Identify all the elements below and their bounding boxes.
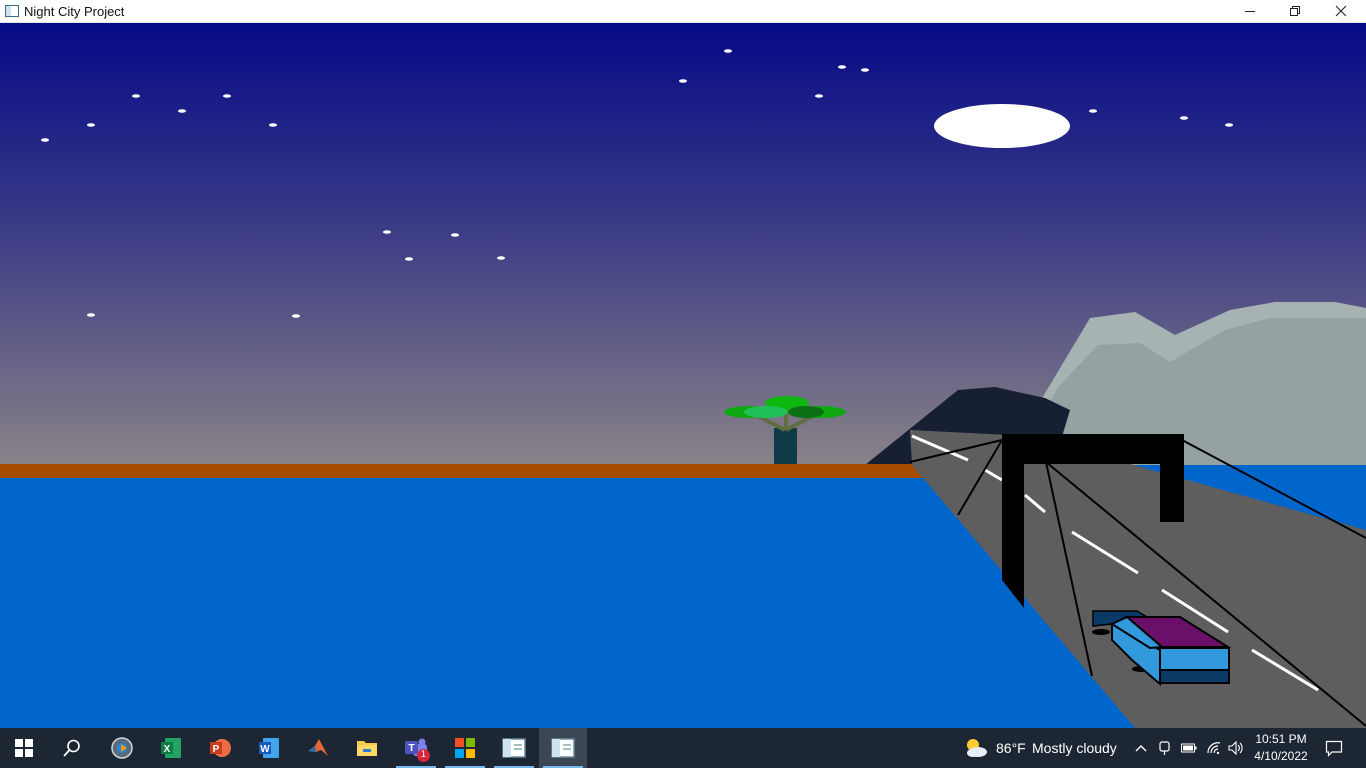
star — [87, 313, 95, 317]
minimize-button[interactable] — [1227, 0, 1273, 22]
meet-now-icon — [1159, 741, 1170, 755]
teams-letter: T — [408, 743, 414, 754]
powerpoint-icon: P — [210, 739, 231, 757]
meet-now-button[interactable] — [1156, 738, 1174, 758]
moon — [934, 104, 1070, 148]
store-icon — [455, 738, 475, 758]
show-hidden-icons-button[interactable] — [1132, 738, 1150, 758]
star — [87, 123, 95, 127]
star — [1180, 116, 1188, 120]
search-button[interactable] — [48, 728, 96, 768]
media-player-icon — [111, 737, 133, 759]
clock-time[interactable]: 10:51 PM — [1246, 732, 1316, 746]
star — [451, 233, 459, 237]
window-title: Night City Project — [24, 4, 125, 19]
star — [223, 94, 231, 98]
car-wheel — [1092, 629, 1110, 635]
star — [292, 314, 300, 318]
matlab-icon — [308, 739, 328, 756]
app-word[interactable]: W — [245, 728, 293, 768]
close-icon — [1335, 5, 1347, 17]
app-store[interactable] — [441, 728, 489, 768]
window-title-bar[interactable]: Night City Project — [0, 0, 1366, 23]
notification-icon — [1325, 740, 1343, 757]
star — [383, 230, 391, 234]
partly-cloudy-icon — [967, 739, 987, 757]
start-button[interactable] — [0, 728, 48, 768]
volume-icon — [1228, 741, 1243, 755]
network-indicator[interactable] — [1205, 738, 1223, 758]
app-file-explorer[interactable] — [343, 728, 391, 768]
app-matlab[interactable] — [294, 728, 342, 768]
weather-condition: Mostly cloudy — [1032, 740, 1117, 756]
shore-strip — [0, 464, 925, 478]
star — [679, 79, 687, 83]
app-window-icon — [551, 738, 575, 758]
restore-icon — [1290, 6, 1300, 16]
app-window-icon — [502, 738, 526, 758]
wifi-icon — [1207, 742, 1221, 755]
chevron-up-icon — [1135, 745, 1147, 752]
volume-control[interactable] — [1228, 738, 1246, 758]
weather-widget[interactable] — [962, 736, 990, 760]
weather-temperature: 86°F — [996, 740, 1026, 756]
maximize-button[interactable] — [1272, 0, 1318, 22]
powerpoint-letter: P — [213, 744, 220, 755]
teams-badge: 1 — [417, 749, 430, 762]
app-window-icon — [5, 5, 19, 17]
app-teams[interactable]: T 1 — [392, 728, 440, 768]
star — [815, 94, 823, 98]
night-city-scene — [0, 23, 1366, 728]
star — [132, 94, 140, 98]
star — [405, 257, 413, 261]
star — [41, 138, 49, 142]
star — [861, 68, 869, 72]
notification-center-button[interactable] — [1324, 738, 1344, 758]
tree-trunk — [774, 428, 797, 464]
app-excel[interactable]: X — [147, 728, 195, 768]
excel-icon: X — [161, 738, 181, 758]
star — [1225, 123, 1233, 127]
battery-indicator[interactable] — [1180, 738, 1198, 758]
app-powerpoint[interactable]: P — [196, 728, 244, 768]
car-front — [1159, 647, 1230, 671]
star — [178, 109, 186, 113]
windows-logo-icon — [15, 739, 33, 757]
app-media[interactable] — [98, 728, 146, 768]
star — [269, 123, 277, 127]
battery-icon — [1181, 743, 1197, 753]
star — [1089, 109, 1097, 113]
app-window-2[interactable] — [539, 728, 587, 768]
star — [497, 256, 505, 260]
car-bumper — [1159, 669, 1230, 684]
close-button[interactable] — [1318, 0, 1364, 22]
star — [838, 65, 846, 69]
word-icon: W — [259, 738, 279, 758]
app-window-1[interactable] — [490, 728, 538, 768]
word-letter: W — [260, 744, 270, 755]
folder-icon — [357, 741, 377, 756]
excel-letter: X — [164, 744, 171, 755]
minimize-icon — [1245, 11, 1255, 12]
star — [724, 49, 732, 53]
search-icon — [63, 739, 80, 757]
clock-date[interactable]: 4/10/2022 — [1246, 749, 1316, 763]
taskbar: X P W T 1 86°F Mostly cloudy 10:51 PM 4/… — [0, 728, 1366, 768]
